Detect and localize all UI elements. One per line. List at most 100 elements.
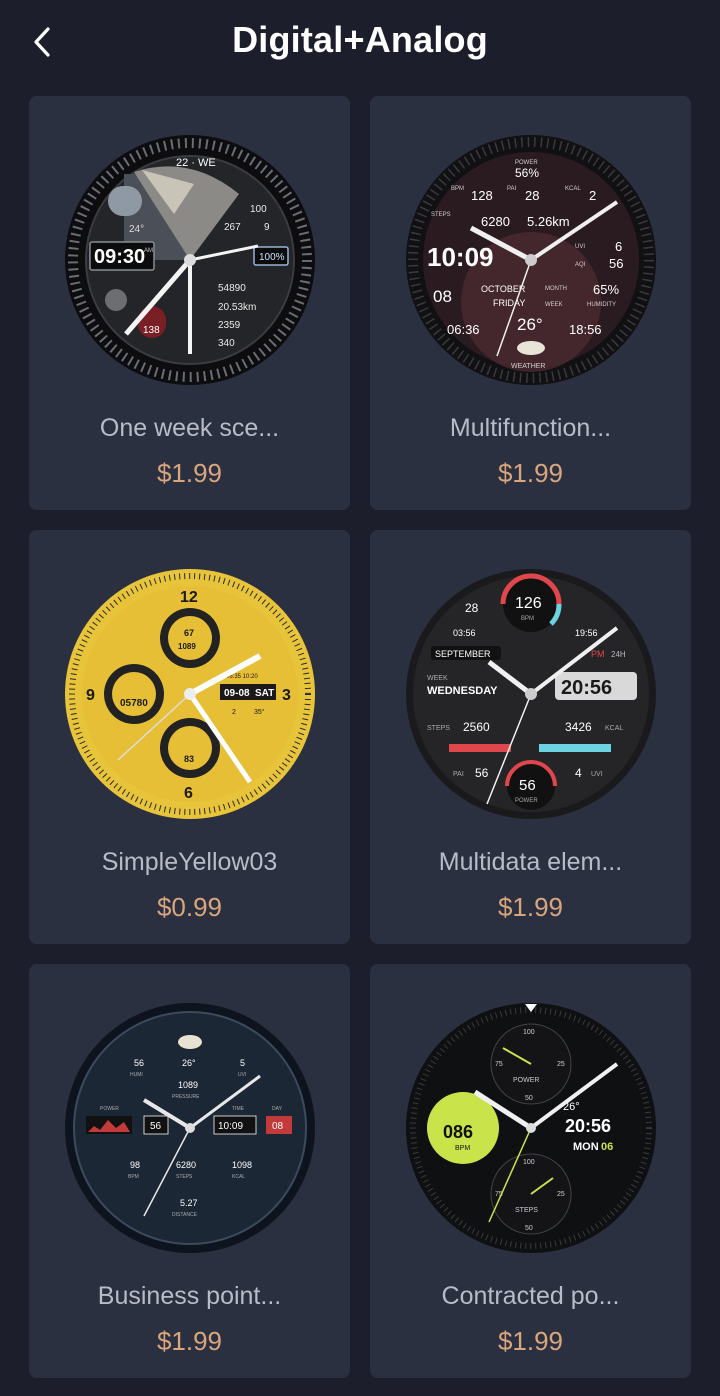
watch-face-preview: 24° 22 · WE 09:30 AM 100% 100 267 9 138 … <box>64 134 316 386</box>
svg-text:5: 5 <box>240 1058 245 1068</box>
watch-face-price: $1.99 <box>156 1326 223 1356</box>
watch-face-price: $1.99 <box>497 1326 564 1356</box>
svg-text:TIME: TIME <box>232 1106 245 1112</box>
svg-text:PAI: PAI <box>453 771 464 778</box>
svg-text:340: 340 <box>218 338 235 349</box>
svg-text:STEPS: STEPS <box>431 212 451 218</box>
svg-text:BPM: BPM <box>521 616 534 622</box>
svg-text:100%: 100% <box>259 252 285 263</box>
svg-text:WEEK: WEEK <box>427 675 448 682</box>
svg-text:KCAL: KCAL <box>565 186 581 192</box>
svg-text:06:36: 06:36 <box>447 322 480 337</box>
svg-text:FRIDAY: FRIDAY <box>493 298 525 308</box>
svg-text:AM: AM <box>144 248 153 254</box>
svg-text:UVI: UVI <box>575 244 585 250</box>
watch-face-card[interactable]: 12 3 6 9 67 1089 05780 83 06:35 10:20 09… <box>29 530 350 944</box>
watch-face-name: Multidata elem... <box>438 848 623 876</box>
svg-text:28: 28 <box>525 188 539 203</box>
svg-text:75: 75 <box>495 1061 503 1068</box>
watch-face-price: $1.99 <box>497 458 564 488</box>
page-title: Digital+Analog <box>232 19 488 60</box>
svg-text:2560: 2560 <box>463 720 490 734</box>
svg-text:267: 267 <box>224 222 241 233</box>
svg-text:WEATHER: WEATHER <box>511 363 545 370</box>
svg-text:6280: 6280 <box>176 1160 196 1170</box>
svg-text:SEPTEMBER: SEPTEMBER <box>435 649 491 659</box>
svg-text:56: 56 <box>475 766 489 780</box>
svg-text:1089: 1089 <box>178 1080 198 1090</box>
svg-text:56: 56 <box>150 1121 162 1132</box>
svg-text:06: 06 <box>601 1141 613 1153</box>
svg-text:20.53km: 20.53km <box>218 302 256 313</box>
watch-face-price: $1.99 <box>156 458 223 488</box>
svg-text:56: 56 <box>609 256 623 271</box>
watch-face-price: $0.99 <box>156 892 223 922</box>
svg-text:6280: 6280 <box>481 214 510 229</box>
watch-face-preview: 56 HUMI 26° 5 UVI 1089 PRESSURE POWER 56… <box>64 1002 316 1254</box>
svg-text:2: 2 <box>232 709 236 716</box>
svg-text:BPM: BPM <box>455 1145 470 1152</box>
svg-text:19:56: 19:56 <box>575 628 598 638</box>
svg-text:STEPS: STEPS <box>515 1207 538 1214</box>
svg-text:20:56: 20:56 <box>565 1116 611 1136</box>
svg-text:9: 9 <box>86 687 95 704</box>
svg-text:09:30: 09:30 <box>94 246 145 268</box>
svg-text:56: 56 <box>519 777 536 794</box>
svg-text:10:09: 10:09 <box>427 242 494 272</box>
svg-text:POWER: POWER <box>515 798 538 804</box>
svg-text:24°: 24° <box>129 224 144 235</box>
watch-face-card[interactable]: 126 BPM 28 03:56 19:56 SEPTEMBER PM 24H … <box>370 530 691 944</box>
svg-text:83: 83 <box>184 754 194 764</box>
watch-face-card[interactable]: POWER 56% BPM 128 PAI 28 KCAL 2 STEPS 62… <box>370 96 691 510</box>
svg-text:DAY: DAY <box>272 1106 283 1112</box>
watch-face-preview: POWER 56% BPM 128 PAI 28 KCAL 2 STEPS 62… <box>405 134 657 386</box>
svg-text:STEPS: STEPS <box>176 1174 193 1180</box>
svg-text:100: 100 <box>250 204 267 215</box>
svg-text:PRESSURE: PRESSURE <box>172 1094 200 1100</box>
watch-face-preview: 12 3 6 9 67 1089 05780 83 06:35 10:20 09… <box>64 568 316 820</box>
svg-text:BPM: BPM <box>451 186 464 192</box>
svg-text:2359: 2359 <box>218 320 241 331</box>
svg-text:22 · WE: 22 · WE <box>176 157 216 169</box>
svg-text:5.27: 5.27 <box>180 1198 198 1208</box>
svg-text:56%: 56% <box>515 166 539 180</box>
watch-face-card[interactable]: 24° 22 · WE 09:30 AM 100% 100 267 9 138 … <box>29 96 350 510</box>
svg-text:50: 50 <box>525 1225 533 1232</box>
watch-face-grid: 24° 22 · WE 09:30 AM 100% 100 267 9 138 … <box>29 96 691 1378</box>
svg-text:MONTH: MONTH <box>545 286 567 292</box>
svg-text:67: 67 <box>184 628 194 638</box>
svg-text:54890: 54890 <box>218 283 246 294</box>
svg-text:03:56: 03:56 <box>453 628 476 638</box>
svg-text:AQI: AQI <box>575 262 586 268</box>
header: Digital+Analog <box>0 0 720 84</box>
svg-text:6: 6 <box>615 239 622 254</box>
svg-text:3: 3 <box>282 687 291 704</box>
svg-text:98: 98 <box>130 1160 140 1170</box>
svg-text:KCAL: KCAL <box>605 725 623 732</box>
svg-text:PM: PM <box>591 649 605 659</box>
svg-text:STEPS: STEPS <box>427 725 450 732</box>
svg-text:9: 9 <box>264 222 270 233</box>
svg-text:08: 08 <box>433 287 452 306</box>
svg-text:128: 128 <box>471 188 493 203</box>
svg-text:086: 086 <box>443 1122 473 1142</box>
svg-text:MON: MON <box>573 1141 599 1153</box>
svg-text:4: 4 <box>575 766 582 780</box>
svg-text:05780: 05780 <box>120 698 148 709</box>
svg-text:BPM: BPM <box>128 1174 139 1180</box>
watch-face-card[interactable]: 100 75 25 50 POWER 086 BPM 26° 20:56 MON… <box>370 964 691 1378</box>
svg-text:09-08: 09-08 <box>224 688 250 699</box>
watch-face-card[interactable]: 56 HUMI 26° 5 UVI 1089 PRESSURE POWER 56… <box>29 964 350 1378</box>
svg-text:65%: 65% <box>593 282 619 297</box>
svg-text:2: 2 <box>589 188 596 203</box>
svg-text:18:56: 18:56 <box>569 322 602 337</box>
svg-text:10:09: 10:09 <box>218 1121 243 1132</box>
svg-text:138: 138 <box>143 325 160 336</box>
svg-text:12: 12 <box>180 589 198 606</box>
svg-text:28: 28 <box>465 601 479 615</box>
svg-text:24H: 24H <box>611 650 626 659</box>
svg-text:HUMI: HUMI <box>130 1072 143 1078</box>
svg-text:POWER: POWER <box>513 1077 539 1084</box>
svg-text:UVI: UVI <box>238 1072 246 1078</box>
svg-text:20:56: 20:56 <box>561 677 612 699</box>
